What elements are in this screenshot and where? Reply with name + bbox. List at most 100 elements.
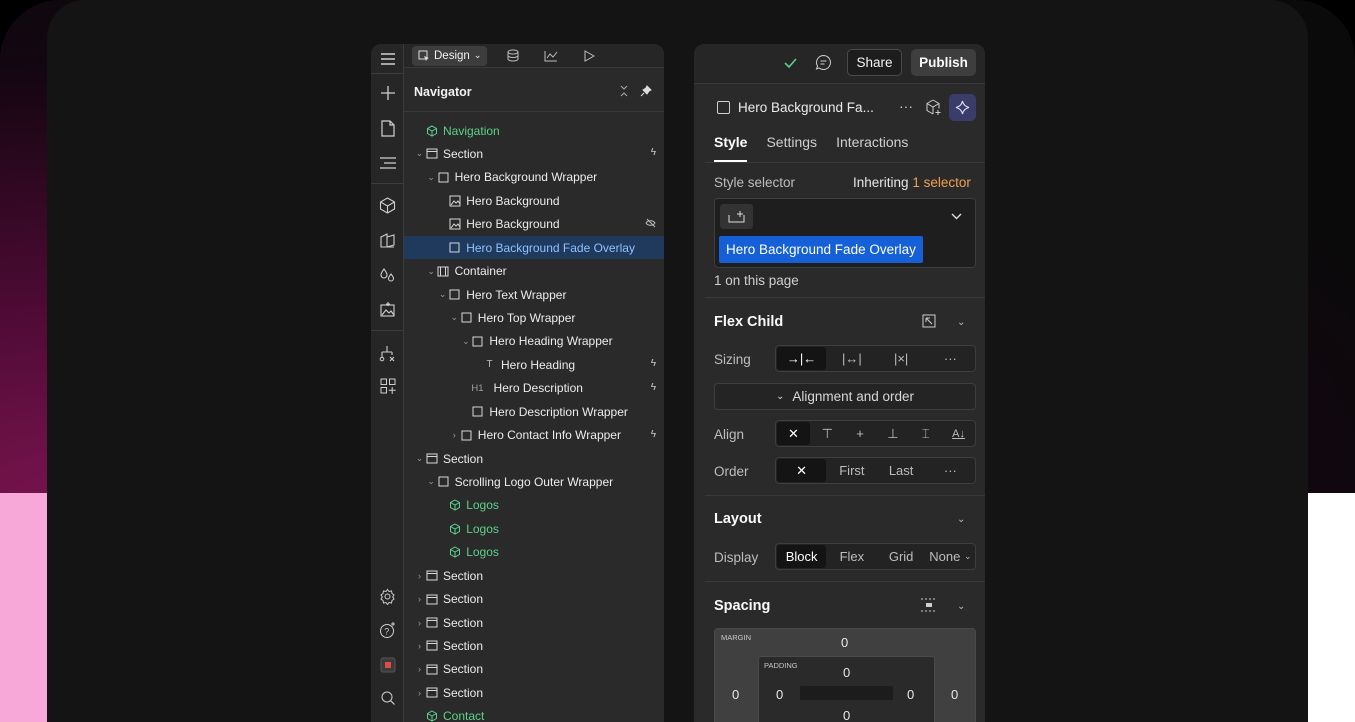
add-class-icon[interactable] <box>720 204 753 229</box>
more-options-icon[interactable]: ··· <box>899 98 913 114</box>
class-chip[interactable]: Hero Background Fade Overlay <box>719 236 923 263</box>
cms-icon[interactable] <box>371 225 404 255</box>
menu-icon[interactable] <box>371 44 404 74</box>
tab-settings[interactable]: Settings <box>766 132 817 162</box>
expand-caret-icon[interactable]: › <box>414 571 425 581</box>
expand-caret-icon[interactable]: › <box>414 641 425 651</box>
navigator-row[interactable]: ⌄ Section <box>404 447 664 470</box>
align-bottom-icon[interactable]: ⊥ <box>876 421 909 446</box>
expand-caret-icon[interactable]: ⌄ <box>449 312 460 323</box>
order-last[interactable]: Last <box>877 458 926 483</box>
share-button[interactable]: Share <box>847 49 902 76</box>
none-icon[interactable]: |×| <box>877 346 926 371</box>
align-baseline-icon[interactable]: A↓ <box>942 421 975 446</box>
margin-right-value[interactable]: 0 <box>951 687 958 702</box>
record-icon[interactable] <box>371 650 404 680</box>
logic-icon[interactable] <box>371 338 404 368</box>
pin-icon[interactable] <box>640 84 652 102</box>
navigator-row[interactable]: › Section <box>404 588 664 611</box>
add-icon[interactable] <box>371 78 404 108</box>
navigator-row[interactable]: ⌄ Hero Text Wrapper <box>404 283 664 306</box>
expand-caret-icon[interactable]: › <box>414 688 425 698</box>
ai-assistant-button[interactable] <box>949 94 976 121</box>
margin-left-value[interactable]: 0 <box>732 687 739 702</box>
spacing-presets-icon[interactable] <box>920 598 938 617</box>
eye-off-icon[interactable] <box>645 218 656 231</box>
flex-child-help-icon[interactable] <box>922 314 936 333</box>
expand-caret-icon[interactable]: › <box>414 664 425 674</box>
sizing-more[interactable]: ··· <box>926 346 975 371</box>
navigator-row[interactable]: › Section <box>404 634 664 657</box>
inheriting-count[interactable]: 1 selector <box>912 175 971 190</box>
navigator-row[interactable]: ⌄ Hero Heading Wrapper <box>404 330 664 353</box>
navigator-row[interactable]: H1 Hero Description ϟ <box>404 377 664 400</box>
navigator-row[interactable]: › Section <box>404 681 664 704</box>
navigator-row[interactable]: Hero Background <box>404 189 664 212</box>
settings-icon[interactable] <box>371 581 404 611</box>
expand-caret-icon[interactable]: ⌄ <box>426 476 437 487</box>
publish-button[interactable]: Publish <box>911 49 976 76</box>
chevron-down-icon[interactable]: ⌄ <box>957 514 965 525</box>
chevron-down-icon[interactable]: ⌄ <box>957 317 965 328</box>
navigator-row[interactable]: Hero Background <box>404 213 664 236</box>
expand-caret-icon[interactable]: ⌄ <box>426 266 437 277</box>
align-center-icon[interactable]: + <box>844 421 877 446</box>
navigator-row[interactable]: Contact <box>404 705 664 722</box>
expand-caret-icon[interactable]: › <box>449 430 460 440</box>
apps-icon[interactable] <box>371 371 404 401</box>
expand-caret-icon[interactable]: ⌄ <box>437 289 448 300</box>
design-mode-dropdown[interactable]: Design ⌄ <box>412 45 488 66</box>
navigator-row[interactable]: › Section <box>404 564 664 587</box>
search-icon[interactable] <box>371 683 404 713</box>
comment-icon[interactable] <box>815 54 832 76</box>
padding-bottom-value[interactable]: 0 <box>843 708 850 722</box>
navigator-row[interactable]: Navigation <box>404 119 664 142</box>
navigator-row[interactable]: Logos <box>404 517 664 540</box>
help-icon[interactable]: ? <box>371 615 404 645</box>
navigator-row[interactable]: ⌄ Container <box>404 260 664 283</box>
display-flex[interactable]: Flex <box>827 544 876 569</box>
display-grid[interactable]: Grid <box>877 544 926 569</box>
chevron-down-icon[interactable]: ⌄ <box>957 601 965 612</box>
navigator-row[interactable]: T Hero Heading ϟ <box>404 353 664 376</box>
navigator-row[interactable]: ⌄ Hero Top Wrapper <box>404 306 664 329</box>
align-top-icon[interactable]: ⊤ <box>811 421 844 446</box>
order-first[interactable]: First <box>827 458 876 483</box>
navigator-row[interactable]: Logos <box>404 494 664 517</box>
display-block[interactable]: Block <box>777 545 827 568</box>
collapse-all-icon[interactable] <box>619 85 629 100</box>
inheriting-label[interactable]: Inheriting 1 selector <box>853 175 971 190</box>
preview-play-icon[interactable] <box>577 46 601 66</box>
alignment-order-toggle[interactable]: ⌄ Alignment and order <box>714 383 976 410</box>
components-icon[interactable] <box>371 190 404 220</box>
tab-interactions[interactable]: Interactions <box>836 132 908 162</box>
padding-top-value[interactable]: 0 <box>843 665 850 680</box>
order-more[interactable]: ··· <box>926 458 975 483</box>
expand-caret-icon[interactable]: ⌄ <box>414 148 425 159</box>
pages-icon[interactable] <box>371 113 404 143</box>
padding-right-value[interactable]: 0 <box>907 687 914 702</box>
navigator-row[interactable]: Hero Description Wrapper <box>404 400 664 423</box>
chevron-down-icon[interactable] <box>951 209 962 223</box>
grow-icon[interactable]: |↔| <box>827 346 876 371</box>
expand-caret-icon[interactable]: › <box>414 594 425 604</box>
navigator-row[interactable]: ⌄ Hero Background Wrapper <box>404 166 664 189</box>
display-none[interactable]: None ⌄ <box>926 544 975 569</box>
database-icon[interactable] <box>501 46 525 66</box>
selector-field[interactable]: Hero Background Fade Overlay <box>714 198 976 268</box>
expand-caret-icon[interactable]: ⌄ <box>460 336 471 347</box>
analytics-icon[interactable] <box>539 46 563 66</box>
navigator-row[interactable]: ⌄ Scrolling Logo Outer Wrapper <box>404 470 664 493</box>
expand-caret-icon[interactable]: ⌄ <box>426 172 437 183</box>
create-component-icon[interactable] <box>926 99 942 120</box>
margin-top-value[interactable]: 0 <box>841 635 848 650</box>
order-none-icon[interactable]: ✕ <box>777 459 827 482</box>
variables-icon[interactable] <box>371 260 404 290</box>
padding-left-value[interactable]: 0 <box>776 687 783 702</box>
navigator-row[interactable]: Logos <box>404 541 664 564</box>
navigator-row[interactable]: Hero Background Fade Overlay <box>404 236 664 260</box>
align-none-icon[interactable]: ✕ <box>777 422 810 445</box>
shrink-icon[interactable]: →|← <box>777 347 827 370</box>
navigator-row[interactable]: › Hero Contact Info Wrapper ϟ <box>404 424 664 447</box>
navigator-icon[interactable] <box>371 148 404 178</box>
